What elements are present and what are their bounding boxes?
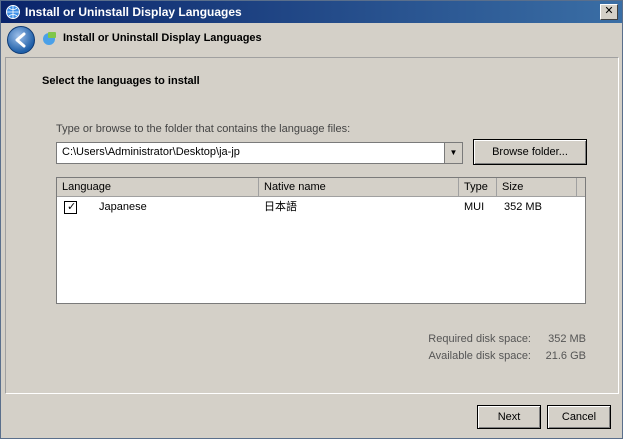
available-disk-value: 21.6 GB (545, 350, 586, 362)
language-globe-icon (6, 5, 20, 19)
list-item[interactable]: ✓ Japanese 日本語 MUI 352 MB (57, 198, 585, 217)
header-title: Install or Uninstall Display Languages (63, 32, 262, 44)
path-value: C:\Users\Administrator\Desktop\ja-jp (62, 146, 240, 158)
window-title: Install or Uninstall Display Languages (25, 5, 242, 19)
back-arrow-glyph (15, 32, 26, 48)
dialog-window: Install or Uninstall Display Languages ✕… (0, 0, 623, 439)
required-disk-label: Required disk space: (428, 333, 531, 345)
close-icon[interactable]: ✕ (600, 4, 618, 20)
language-list[interactable]: Language Native name Type Size ✓ Japanes… (56, 177, 586, 304)
browse-folder-button[interactable]: Browse folder... (473, 139, 587, 165)
content-panel: Select the languages to install Type or … (5, 57, 619, 394)
column-header-size[interactable]: Size (497, 178, 577, 196)
language-globe-icon (43, 32, 56, 45)
column-header-native-name[interactable]: Native name (259, 178, 459, 196)
list-header: Language Native name Type Size (57, 178, 585, 197)
check-icon: ✓ (67, 201, 77, 213)
next-button[interactable]: Next (477, 405, 541, 429)
path-label: Type or browse to the folder that contai… (56, 123, 351, 135)
path-input[interactable]: C:\Users\Administrator\Desktop\ja-jp ▼ (56, 142, 463, 164)
cancel-button[interactable]: Cancel (547, 405, 611, 429)
language-name: Japanese (99, 201, 147, 213)
native-name: 日本語 (264, 201, 297, 213)
language-checkbox[interactable]: ✓ (64, 201, 77, 214)
section-heading: Select the languages to install (42, 75, 200, 87)
back-arrow-icon[interactable] (7, 26, 35, 54)
column-header-language[interactable]: Language (57, 178, 259, 196)
language-type: MUI (464, 201, 485, 213)
chevron-down-icon[interactable]: ▼ (444, 143, 462, 163)
available-disk-label: Available disk space: (428, 350, 531, 362)
column-header-type[interactable]: Type (459, 178, 497, 196)
language-size: 352 MB (504, 201, 542, 213)
wizard-header: Install or Uninstall Display Languages (1, 23, 622, 57)
required-disk-value: 352 MB (548, 333, 586, 345)
title-bar[interactable]: Install or Uninstall Display Languages ✕ (1, 1, 622, 23)
